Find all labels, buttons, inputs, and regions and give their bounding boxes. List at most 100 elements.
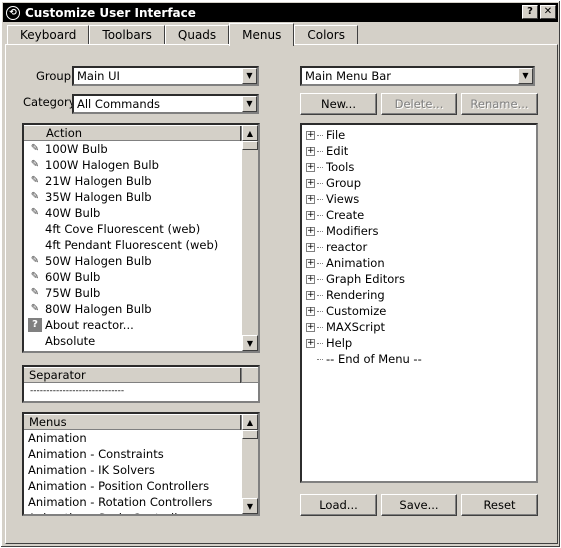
save-button[interactable]: Save...: [381, 494, 457, 516]
scroll-down-icon[interactable]: ▼: [242, 335, 258, 351]
scroll-thumb[interactable]: [242, 430, 258, 439]
expand-icon[interactable]: +: [306, 242, 315, 252]
menu-tree-item[interactable]: + Group: [302, 175, 536, 191]
separator-column-header[interactable]: Separator: [24, 367, 258, 383]
separator-item[interactable]: -----------------------------: [24, 383, 258, 399]
menus-list-item[interactable]: Animation - Position Controllers: [24, 478, 258, 494]
expand-icon[interactable]: +: [306, 162, 315, 172]
tab-menus[interactable]: Menus: [229, 23, 295, 46]
action-item[interactable]: ✎ 21W Halogen Bulb: [24, 173, 258, 189]
menus-column-header[interactable]: Menus: [24, 414, 242, 430]
menu-tree-item[interactable]: + Rendering: [302, 287, 536, 303]
menu-tree-item[interactable]: + Help: [302, 335, 536, 351]
menu-tree-item[interactable]: + Views: [302, 191, 536, 207]
tree-connector: [317, 166, 323, 168]
action-item-label: 40W Bulb: [45, 206, 101, 220]
close-button[interactable]: ✕: [540, 5, 556, 19]
tab-colors[interactable]: Colors: [294, 25, 358, 45]
load-button[interactable]: Load...: [300, 494, 377, 516]
menus-list-item[interactable]: Animation - Constraints: [24, 446, 258, 462]
scroll-thumb[interactable]: [242, 141, 258, 150]
menu-tree-item[interactable]: + MAXScript: [302, 319, 536, 335]
tab-strip: Keyboard Toolbars Quads Menus Colors: [7, 23, 358, 46]
reset-button[interactable]: Reset: [461, 494, 538, 516]
chevron-down-icon[interactable]: ▼: [242, 96, 257, 112]
menu-tree-item[interactable]: + Customize: [302, 303, 536, 319]
menu-tree-item[interactable]: + Create: [302, 207, 536, 223]
menus-list-item[interactable]: Animation - Scale Controllers: [24, 510, 258, 514]
category-select[interactable]: All Commands ▼: [72, 94, 259, 114]
scroll-up-icon[interactable]: ▲: [242, 414, 258, 430]
action-item[interactable]: ✎ 100W Bulb: [24, 141, 258, 157]
expand-icon[interactable]: +: [306, 226, 315, 236]
action-column-header[interactable]: Action: [24, 125, 242, 141]
menu-tree-item-label: MAXScript: [326, 320, 386, 334]
expand-icon[interactable]: +: [306, 258, 315, 268]
end-of-menu-item[interactable]: -- End of Menu --: [302, 351, 536, 367]
action-item[interactable]: 4ft Cove Fluorescent (web): [24, 221, 258, 237]
expand-icon[interactable]: +: [306, 130, 315, 140]
action-item[interactable]: ✎ 75W Bulb: [24, 285, 258, 301]
menu-tree-item-label: reactor: [326, 240, 368, 254]
menu-tree-item[interactable]: + File: [302, 127, 536, 143]
action-item[interactable]: ✎ 50W Halogen Bulb: [24, 253, 258, 269]
menus-list-item[interactable]: Animation: [24, 430, 258, 446]
menu-tree-item[interactable]: + Tools: [302, 159, 536, 175]
menu-tree-item-label: Rendering: [326, 288, 385, 302]
action-item[interactable]: ✎ 35W Halogen Bulb: [24, 189, 258, 205]
tree-connector: [317, 342, 323, 344]
action-item[interactable]: ? About reactor...: [24, 317, 258, 333]
expand-icon[interactable]: +: [306, 290, 315, 300]
expand-icon[interactable]: +: [306, 274, 315, 284]
action-item[interactable]: ✎ 80W Halogen Bulb: [24, 301, 258, 317]
title-bar[interactable]: ⟲ Customize User Interface ? ✕: [3, 3, 558, 22]
expand-icon[interactable]: +: [306, 210, 315, 220]
light-bulb-icon: ✎: [30, 287, 40, 298]
delete-button[interactable]: Delete...: [381, 93, 457, 115]
menu-select-value: Main Menu Bar: [305, 69, 392, 83]
action-item-label: Absolute: [45, 334, 96, 348]
expand-icon[interactable]: +: [306, 338, 315, 348]
scroll-up-icon[interactable]: ▲: [242, 125, 258, 141]
expand-icon[interactable]: +: [306, 194, 315, 204]
action-item[interactable]: ✎ 40W Bulb: [24, 205, 258, 221]
tab-keyboard[interactable]: Keyboard: [7, 25, 90, 45]
menus-header-label: Menus: [24, 415, 242, 430]
help-button[interactable]: ?: [522, 5, 538, 19]
menus-list[interactable]: Menus Animation Animation - Constraints An…: [22, 412, 260, 516]
chevron-down-icon[interactable]: ▼: [242, 68, 257, 84]
menu-tree-item[interactable]: + Graph Editors: [302, 271, 536, 287]
group-label: Group:: [36, 69, 75, 83]
tab-toolbars[interactable]: Toolbars: [89, 25, 165, 45]
action-item[interactable]: Absolute: [24, 333, 258, 349]
menu-tree-item[interactable]: + Modifiers: [302, 223, 536, 239]
action-item[interactable]: ✎ 100W Halogen Bulb: [24, 157, 258, 173]
action-list[interactable]: Action ✎ 100W Bulb ✎ 100W Halogen Bulb ✎ 21W …: [22, 123, 260, 353]
menu-tree-item[interactable]: + Edit: [302, 143, 536, 159]
action-scrollbar[interactable]: ▲ ▼: [242, 125, 258, 351]
menu-tree-item-label: Animation: [326, 256, 385, 270]
expand-icon[interactable]: +: [306, 306, 315, 316]
menu-tree-item[interactable]: + Animation: [302, 255, 536, 271]
expand-icon[interactable]: +: [306, 146, 315, 156]
action-item[interactable]: ✎ 60W Bulb: [24, 269, 258, 285]
menus-list-item[interactable]: Animation - IK Solvers: [24, 462, 258, 478]
expand-icon[interactable]: +: [306, 322, 315, 332]
expand-icon[interactable]: +: [306, 178, 315, 188]
rename-button[interactable]: Rename...: [461, 93, 538, 115]
action-item[interactable]: 4ft Pendant Fluorescent (web): [24, 237, 258, 253]
menu-tree[interactable]: + File + Edit + Tools + Group + Views + Create + Modi…: [300, 123, 538, 483]
tree-connector: [317, 278, 323, 280]
menu-select[interactable]: Main Menu Bar ▼: [300, 66, 535, 86]
tree-connector: [317, 326, 323, 328]
scroll-down-icon[interactable]: ▼: [242, 498, 258, 514]
new-button[interactable]: New...: [300, 93, 377, 115]
menus-list-item[interactable]: Animation - Rotation Controllers: [24, 494, 258, 510]
tab-quads[interactable]: Quads: [164, 25, 230, 45]
menus-scrollbar[interactable]: ▲ ▼: [242, 414, 258, 514]
menu-tree-item[interactable]: + reactor: [302, 239, 536, 255]
group-select[interactable]: Main UI ▼: [72, 66, 259, 86]
tree-connector: [317, 230, 323, 232]
chevron-down-icon[interactable]: ▼: [518, 68, 533, 84]
separator-list[interactable]: Separator -----------------------------: [22, 365, 260, 403]
